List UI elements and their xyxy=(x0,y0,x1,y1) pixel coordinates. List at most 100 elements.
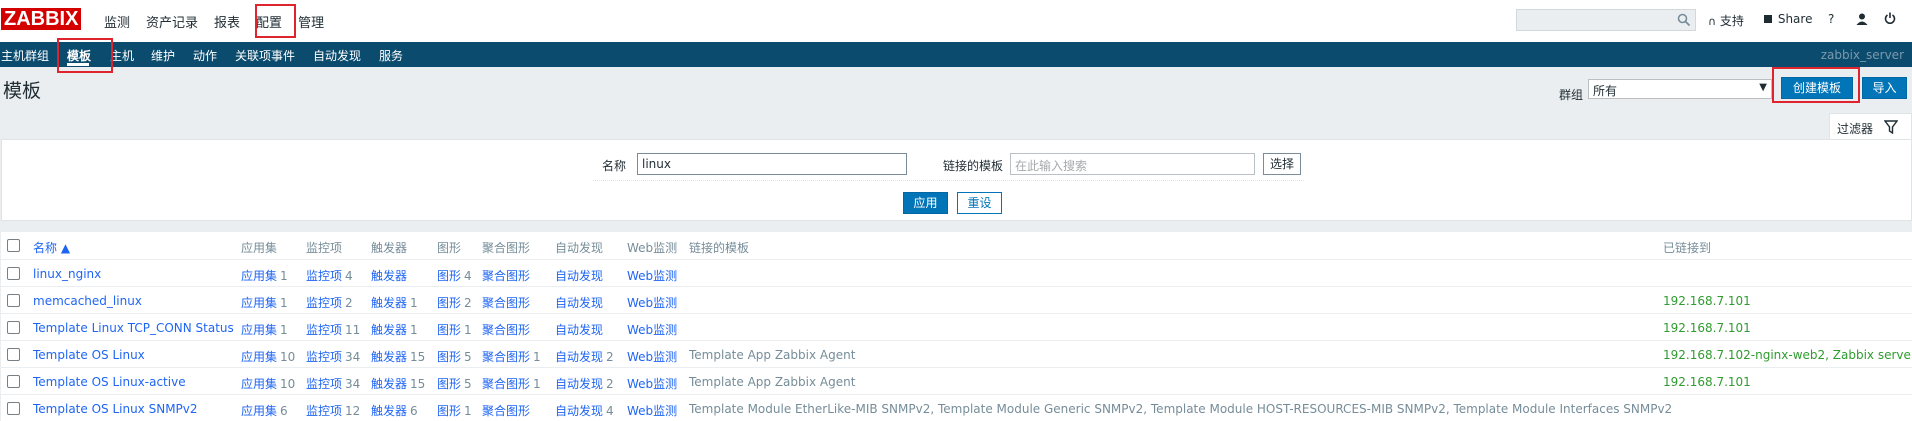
power-icon[interactable] xyxy=(1884,12,1896,25)
screens-link[interactable]: 聚合图形 xyxy=(482,269,530,283)
apps-link[interactable]: 应用集 xyxy=(241,350,277,364)
discovery-link[interactable]: 自动发现 xyxy=(555,377,603,391)
items-link[interactable]: 监控项 xyxy=(306,404,342,418)
submenu-event-correlation[interactable]: 关联项事件 xyxy=(235,47,295,64)
triggers-link[interactable]: 触发器 xyxy=(371,377,407,391)
discovery-link[interactable]: 自动发现 xyxy=(555,404,603,418)
row-checkbox[interactable] xyxy=(7,402,20,415)
graphs-link[interactable]: 图形 xyxy=(437,350,461,364)
header-applications: 应用集 xyxy=(241,241,278,255)
items-link[interactable]: 监控项 xyxy=(306,377,342,391)
header-name[interactable]: 名称 ▲ xyxy=(33,239,70,256)
submenu-discovery[interactable]: 自动发现 xyxy=(313,47,361,64)
triggers-count: 1 xyxy=(410,323,418,337)
discovery-link[interactable]: 自动发现 xyxy=(555,296,603,310)
apps-link[interactable]: 应用集 xyxy=(241,296,277,310)
page-title: 模板 xyxy=(3,80,42,102)
web-link[interactable]: Web监测 xyxy=(627,267,677,284)
template-name-link[interactable]: Template OS Linux SNMPv2 xyxy=(33,402,198,416)
screens-link[interactable]: 聚合图形 xyxy=(482,323,530,337)
apps-link[interactable]: 应用集 xyxy=(241,377,277,391)
web-link[interactable]: Web监测 xyxy=(627,402,677,419)
group-select[interactable]: 所有 ▼ xyxy=(1588,79,1772,99)
linked-to-link[interactable]: 192.168.7.102-nginx-web2, Zabbix server xyxy=(1663,348,1912,362)
graphs-link[interactable]: 图形 xyxy=(437,377,461,391)
discovery-link[interactable]: 自动发现 xyxy=(555,269,603,283)
items-link[interactable]: 监控项 xyxy=(306,323,342,337)
share-link[interactable]: Share xyxy=(1764,12,1812,26)
graphs-link[interactable]: 图形 xyxy=(437,269,461,283)
row-checkbox[interactable] xyxy=(7,267,20,280)
submenu-host-groups[interactable]: 主机群组 xyxy=(1,47,49,64)
web-link[interactable]: Web监测 xyxy=(627,294,677,311)
user-icon[interactable] xyxy=(1856,13,1868,25)
linked-to-link[interactable]: 192.168.7.101 xyxy=(1663,321,1751,335)
template-name-link[interactable]: Template OS Linux-active xyxy=(33,375,186,389)
items-link[interactable]: 监控项 xyxy=(306,269,342,283)
items-link[interactable]: 监控项 xyxy=(306,350,342,364)
discovery-cell: 自动发现 xyxy=(555,321,606,338)
filter-select-button[interactable]: 选择 xyxy=(1263,153,1301,175)
web-link[interactable]: Web监测 xyxy=(627,348,677,365)
triggers-cell: 触发器 1 xyxy=(371,321,418,338)
menu-administration[interactable]: 管理 xyxy=(298,12,324,31)
triggers-link[interactable]: 触发器 xyxy=(371,323,407,337)
triggers-link[interactable]: 触发器 xyxy=(371,350,407,364)
menu-inventory[interactable]: 资产记录 xyxy=(146,12,198,31)
linked-to-link[interactable]: 192.168.7.101 xyxy=(1663,375,1751,389)
items-link[interactable]: 监控项 xyxy=(306,296,342,310)
apps-cell: 应用集 1 xyxy=(241,321,288,338)
graphs-link[interactable]: 图形 xyxy=(437,296,461,310)
template-name-link[interactable]: linux_nginx xyxy=(33,267,101,281)
screens-link[interactable]: 聚合图形 xyxy=(482,350,530,364)
row-checkbox[interactable] xyxy=(7,375,20,388)
apps-link[interactable]: 应用集 xyxy=(241,323,277,337)
web-link[interactable]: Web监测 xyxy=(627,375,677,392)
web-link[interactable]: Web监测 xyxy=(627,321,677,338)
menu-monitoring[interactable]: 监测 xyxy=(104,12,130,31)
graphs-cell: 图形 1 xyxy=(437,402,472,419)
discovery-link[interactable]: 自动发现 xyxy=(555,323,603,337)
select-all-checkbox[interactable] xyxy=(7,239,20,252)
search-icon[interactable] xyxy=(1677,13,1691,27)
graphs-link[interactable]: 图形 xyxy=(437,323,461,337)
menu-reports[interactable]: 报表 xyxy=(214,12,240,31)
linked-templates-text[interactable]: Template App Zabbix Agent xyxy=(689,375,855,389)
graphs-link[interactable]: 图形 xyxy=(437,404,461,418)
screens-link[interactable]: 聚合图形 xyxy=(482,296,530,310)
row-checkbox[interactable] xyxy=(7,321,20,334)
filter-name-input[interactable]: linux xyxy=(637,153,907,175)
submenu-actions[interactable]: 动作 xyxy=(193,47,217,64)
linked-to-link[interactable]: 192.168.7.101 xyxy=(1663,294,1751,308)
template-name-link[interactable]: Template OS Linux xyxy=(33,348,145,362)
triggers-link[interactable]: 触发器 xyxy=(371,269,407,283)
discovery-link[interactable]: 自动发现 xyxy=(555,350,603,364)
support-link[interactable]: ∩ 支持 xyxy=(1708,12,1744,29)
global-search-input[interactable] xyxy=(1516,9,1696,31)
triggers-link[interactable]: 触发器 xyxy=(371,296,407,310)
triggers-count: 1 xyxy=(410,296,418,310)
apps-count: 10 xyxy=(280,377,296,391)
zabbix-logo[interactable]: ZABBIX xyxy=(1,8,82,30)
apps-link[interactable]: 应用集 xyxy=(241,269,277,283)
filter-tab[interactable]: 过滤器 xyxy=(1829,113,1912,139)
screens-count: 1 xyxy=(533,350,541,364)
filter-linked-templates-input[interactable]: 在此输入搜索 xyxy=(1010,153,1255,175)
submenu-hosts[interactable]: 主机 xyxy=(110,47,134,64)
filter-apply-button[interactable]: 应用 xyxy=(903,192,948,214)
template-name-link[interactable]: Template Linux TCP_CONN Status xyxy=(33,321,234,335)
triggers-link[interactable]: 触发器 xyxy=(371,404,407,418)
apps-link[interactable]: 应用集 xyxy=(241,404,277,418)
row-checkbox[interactable] xyxy=(7,348,20,361)
import-button[interactable]: 导入 xyxy=(1862,77,1907,99)
submenu-services[interactable]: 服务 xyxy=(379,47,403,64)
help-icon[interactable]: ? xyxy=(1828,12,1834,26)
row-checkbox[interactable] xyxy=(7,294,20,307)
submenu-maintenance[interactable]: 维护 xyxy=(151,47,175,64)
filter-reset-button[interactable]: 重设 xyxy=(957,192,1002,214)
linked-templates-text[interactable]: Template Module EtherLike-MIB SNMPv2, Te… xyxy=(689,402,1672,416)
screens-link[interactable]: 聚合图形 xyxy=(482,377,530,391)
screens-link[interactable]: 聚合图形 xyxy=(482,404,530,418)
linked-templates-text[interactable]: Template App Zabbix Agent xyxy=(689,348,855,362)
template-name-link[interactable]: memcached_linux xyxy=(33,294,142,308)
